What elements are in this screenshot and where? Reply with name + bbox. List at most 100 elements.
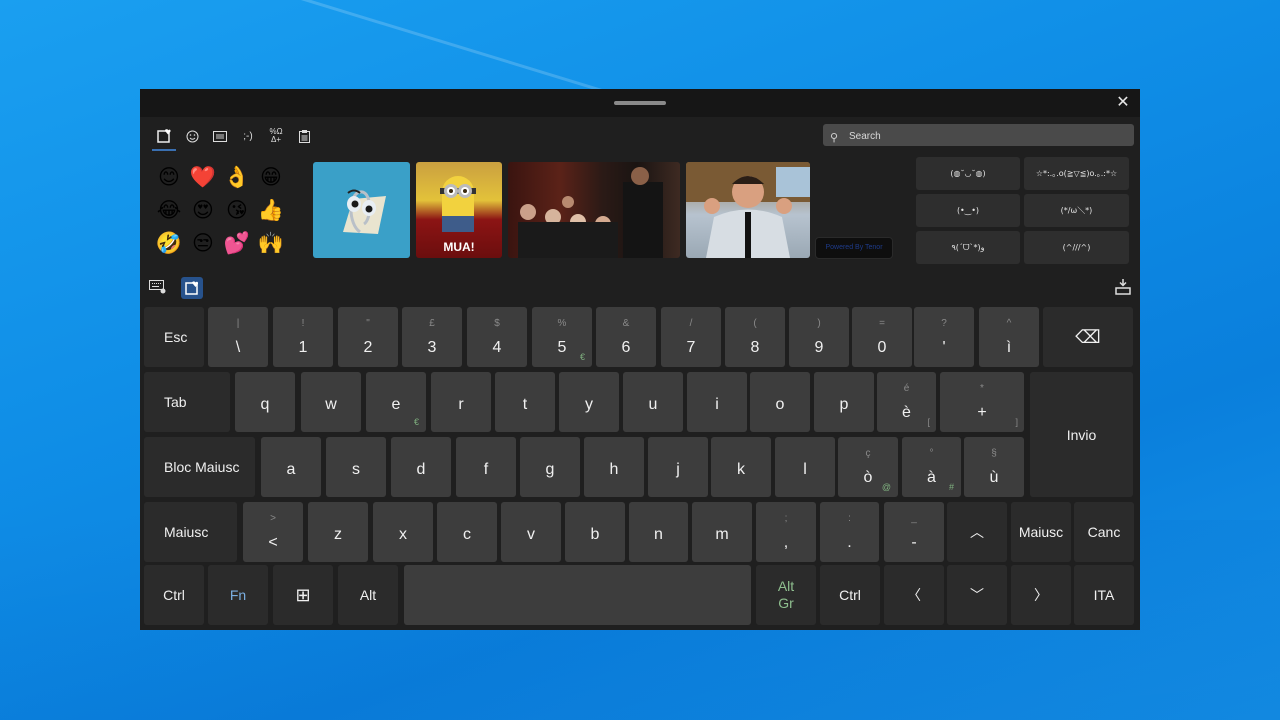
- kaomoji-item[interactable]: (^///^): [1024, 231, 1129, 264]
- key-t[interactable]: t: [495, 372, 555, 432]
- key-i[interactable]: i: [687, 372, 747, 432]
- key-8[interactable]: (8: [725, 307, 785, 367]
- key-maiusc[interactable]: Maiusc: [1011, 502, 1071, 562]
- key-n[interactable]: n: [629, 502, 688, 562]
- emoji-item[interactable]: 😍: [186, 194, 220, 227]
- key-+[interactable]: * +]: [940, 372, 1024, 432]
- key-maiusc[interactable]: Maiusc: [144, 502, 237, 562]
- key-\[interactable]: | \: [208, 307, 268, 367]
- key-b[interactable]: b: [565, 502, 625, 562]
- kaomoji-item[interactable]: (*/ω＼*): [1024, 194, 1129, 227]
- key-bloc-maiusc[interactable]: Bloc Maiusc: [144, 437, 255, 497]
- key-u[interactable]: u: [623, 372, 683, 432]
- key-canc[interactable]: Canc: [1074, 502, 1134, 562]
- key-<[interactable]: > <: [243, 502, 303, 562]
- emoji-item[interactable]: 😂: [152, 194, 186, 227]
- title-bar[interactable]: ✕: [140, 89, 1140, 117]
- key-left[interactable]: 〈: [884, 565, 944, 625]
- key-e[interactable]: e €: [366, 372, 426, 432]
- key-s[interactable]: s: [326, 437, 386, 497]
- key-è[interactable]: é è[: [877, 372, 936, 432]
- key-x[interactable]: x: [373, 502, 433, 562]
- key-3[interactable]: £3: [402, 307, 462, 367]
- key-q[interactable]: q: [235, 372, 295, 432]
- tab-gif[interactable]: [206, 125, 234, 147]
- tab-symbols[interactable]: %Ω Δ+: [262, 125, 290, 147]
- key-alt-gr[interactable]: Alt Gr: [756, 565, 816, 625]
- key-backspace[interactable]: ⌫: [1043, 307, 1133, 367]
- key-6[interactable]: & 6: [596, 307, 656, 367]
- key-f[interactable]: f: [456, 437, 516, 497]
- key-g[interactable]: g: [520, 437, 580, 497]
- emoji-item[interactable]: 😘: [220, 194, 254, 227]
- drag-handle[interactable]: [614, 101, 666, 105]
- key-7[interactable]: /7: [661, 307, 721, 367]
- key-r[interactable]: r: [431, 372, 491, 432]
- key-space[interactable]: [404, 565, 751, 625]
- kaomoji-item[interactable]: (◍˘◡˘◍): [916, 157, 1020, 190]
- tab-emoji[interactable]: [178, 125, 206, 147]
- keyboard-settings-button[interactable]: [149, 280, 167, 297]
- key-ctrl[interactable]: Ctrl: [144, 565, 204, 625]
- key-5[interactable]: % 5 €: [532, 307, 592, 367]
- key-y[interactable]: y: [559, 372, 619, 432]
- gif-excited-man[interactable]: [686, 162, 810, 258]
- key-o[interactable]: o: [750, 372, 810, 432]
- key-ì[interactable]: ^ ì: [979, 307, 1039, 367]
- emoji-item[interactable]: 😁: [254, 161, 288, 194]
- search-box[interactable]: ⚲: [823, 124, 1134, 146]
- key-à[interactable]: ° à #: [902, 437, 961, 497]
- key-right[interactable]: 〉: [1011, 565, 1071, 625]
- key-ctrl[interactable]: Ctrl: [820, 565, 880, 625]
- key-m[interactable]: m: [692, 502, 752, 562]
- key-'[interactable]: ? ': [914, 307, 974, 367]
- key-p[interactable]: p: [814, 372, 874, 432]
- key-up[interactable]: ︿: [947, 502, 1007, 562]
- key-4[interactable]: $4: [467, 307, 527, 367]
- key-0[interactable]: = 0: [852, 307, 912, 367]
- key-ù[interactable]: § ù: [964, 437, 1024, 497]
- key-h[interactable]: h: [584, 437, 644, 497]
- emoji-item[interactable]: 😊: [152, 161, 186, 194]
- key-alt[interactable]: Alt: [338, 565, 398, 625]
- emoji-item[interactable]: 💕: [220, 227, 254, 260]
- emoji-item[interactable]: 👍: [254, 194, 288, 227]
- key-ò[interactable]: ç ò @: [838, 437, 898, 497]
- key-2[interactable]: " 2: [338, 307, 398, 367]
- kaomoji-item[interactable]: ☆*:.｡.o(≧▽≦)o.｡.:*☆: [1024, 157, 1129, 190]
- key-l[interactable]: l: [775, 437, 835, 497]
- key-down[interactable]: ﹀: [947, 565, 1007, 625]
- gif-applause-crowd[interactable]: [508, 162, 680, 258]
- emoji-item[interactable]: 😒: [186, 227, 220, 260]
- key-esc[interactable]: Esc: [144, 307, 204, 367]
- emoji-item[interactable]: 👌: [220, 161, 254, 194]
- key-.[interactable]: :.: [820, 502, 879, 562]
- tab-clipboard[interactable]: [290, 125, 318, 147]
- key-z[interactable]: z: [308, 502, 368, 562]
- search-input[interactable]: [847, 126, 1131, 146]
- key-tab[interactable]: Tab: [144, 372, 230, 432]
- key-d[interactable]: d: [391, 437, 451, 497]
- emoji-item[interactable]: 🤣: [152, 227, 186, 260]
- gif-clippy[interactable]: [313, 162, 410, 258]
- emoji-panel-toggle[interactable]: [181, 277, 203, 299]
- dock-button[interactable]: [1115, 279, 1131, 298]
- close-button[interactable]: ✕: [1114, 94, 1132, 112]
- key-1[interactable]: ! 1: [273, 307, 333, 367]
- kaomoji-item[interactable]: ٩(ˊᗜˋ*)و: [916, 231, 1020, 264]
- key-w[interactable]: w: [301, 372, 361, 432]
- powered-by-tenor-badge[interactable]: Powered By Tenor: [815, 237, 893, 259]
- key-ita[interactable]: ITA: [1074, 565, 1134, 625]
- key-,[interactable]: ;,: [756, 502, 816, 562]
- key-invio[interactable]: Invio: [1030, 372, 1133, 497]
- tab-favorites[interactable]: [150, 125, 178, 151]
- key-a[interactable]: a: [261, 437, 321, 497]
- kaomoji-item[interactable]: (•‿•): [916, 194, 1020, 227]
- emoji-item[interactable]: ❤️: [186, 161, 220, 194]
- key-windows[interactable]: ⊞: [273, 565, 333, 625]
- key-fn[interactable]: Fn: [208, 565, 268, 625]
- key-c[interactable]: c: [437, 502, 497, 562]
- key-k[interactable]: k: [711, 437, 771, 497]
- emoji-item[interactable]: 🙌: [254, 227, 288, 260]
- key-v[interactable]: v: [501, 502, 561, 562]
